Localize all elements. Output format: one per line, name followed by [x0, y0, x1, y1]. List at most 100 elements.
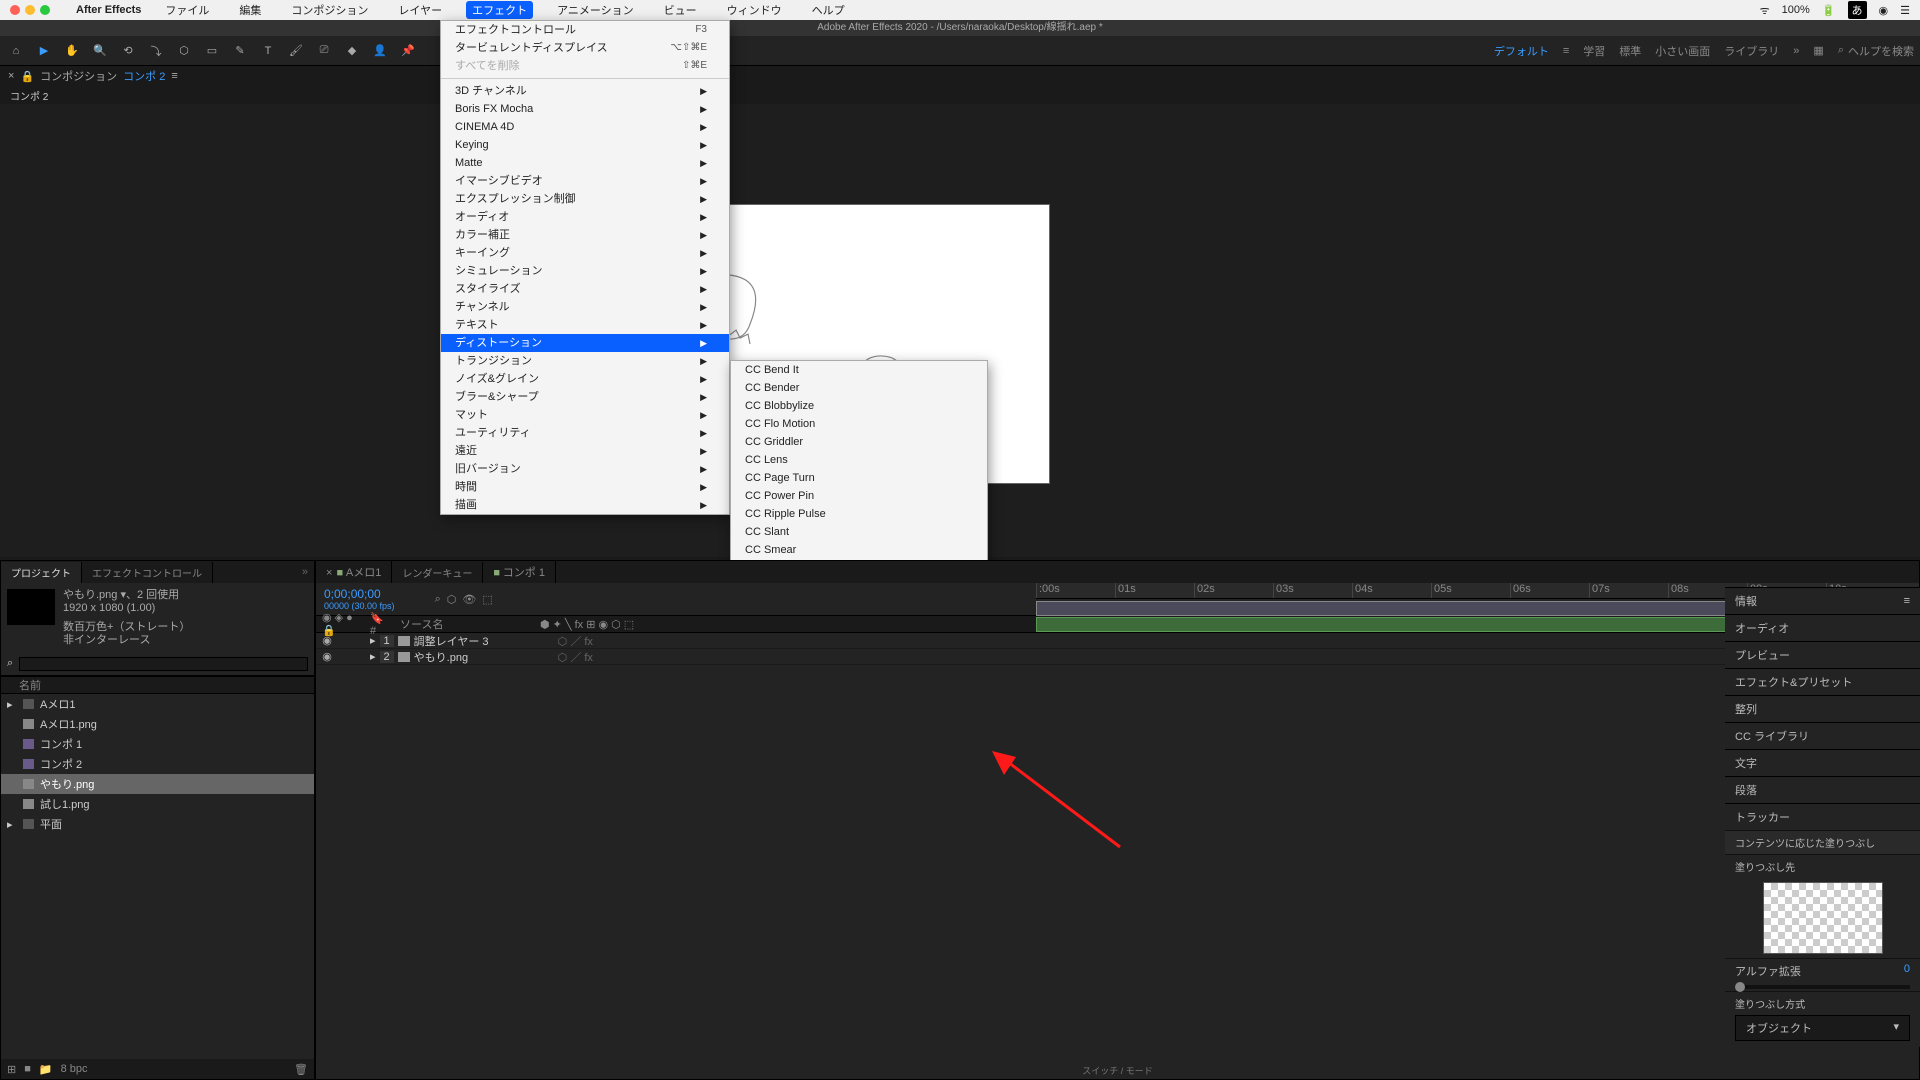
fx-category[interactable]: スタイライズ▶ [441, 280, 729, 298]
menu-layer[interactable]: レイヤー [392, 1, 448, 19]
fx-category[interactable]: Keying▶ [441, 136, 729, 154]
distort-item[interactable]: CC Lens [731, 451, 987, 469]
panel-overflow-icon[interactable]: » [296, 566, 314, 578]
distort-item[interactable]: CC Blobbylize [731, 397, 987, 415]
fx-item[interactable]: タービュレントディスプレイス⌥⇧⌘E [441, 39, 729, 57]
close-icon[interactable] [10, 5, 20, 15]
workspace-library[interactable]: ライブラリ [1724, 43, 1779, 59]
eraser-tool-icon[interactable]: ◆ [342, 41, 362, 61]
fx-category[interactable]: マット▶ [441, 406, 729, 424]
fx-category[interactable]: トランジション▶ [441, 352, 729, 370]
content-aware-title[interactable]: コンテンツに応じた塗りつぶし [1725, 830, 1920, 854]
fx-category[interactable]: 描画▶ [441, 496, 729, 514]
home-icon[interactable]: ⌂ [6, 41, 26, 61]
distort-item[interactable]: CC Power Pin [731, 487, 987, 505]
distort-item[interactable]: CC Ripple Pulse [731, 505, 987, 523]
rect-tool-icon[interactable]: ▭ [202, 41, 222, 61]
help-search[interactable]: ⌕ヘルプを検索 [1838, 43, 1914, 59]
workspace-small[interactable]: 小さい画面 [1655, 43, 1710, 59]
menu-effect[interactable]: エフェクト [466, 1, 533, 19]
fx-category[interactable]: ブラー&シャープ▶ [441, 388, 729, 406]
comp-breadcrumb[interactable]: コンポ 2 [0, 86, 1920, 104]
trash-icon[interactable]: 🗑 [294, 1063, 308, 1076]
fx-category[interactable]: ユーティリティ▶ [441, 424, 729, 442]
fx-category[interactable]: 3D チャンネル▶ [441, 82, 729, 100]
tab-close-icon[interactable]: × [8, 70, 14, 82]
asset-row[interactable]: やもり.png [1, 774, 314, 794]
rotate-tool-icon[interactable]: ⤵ [146, 41, 166, 61]
distort-item[interactable]: CC Bender [731, 379, 987, 397]
tl-tab-close-icon[interactable]: × [326, 567, 332, 579]
workspace-menu-icon[interactable]: ≡ [1563, 45, 1569, 57]
tab-effect-controls[interactable]: エフェクトコントロール [82, 562, 213, 583]
workspace-default[interactable]: デフォルト [1494, 43, 1549, 59]
asset-row[interactable]: ▸平面 [1, 814, 314, 834]
fx-category[interactable]: キーイング▶ [441, 244, 729, 262]
fx-category[interactable]: テキスト▶ [441, 316, 729, 334]
distort-item[interactable]: CC Griddler [731, 433, 987, 451]
fx-category[interactable]: オーディオ▶ [441, 208, 729, 226]
fx-category[interactable]: チャンネル▶ [441, 298, 729, 316]
asset-row[interactable]: 試し1.png [1, 794, 314, 814]
fx-category[interactable]: 遠近▶ [441, 442, 729, 460]
fx-category[interactable]: Matte▶ [441, 154, 729, 172]
stamp-tool-icon[interactable]: ⎚ [314, 41, 334, 61]
distort-item[interactable]: CC Flo Motion [731, 415, 987, 433]
new-folder-icon[interactable]: 📁 [39, 1063, 53, 1076]
menu-window[interactable]: ウィンドウ [721, 1, 788, 19]
fx-category[interactable]: シミュレーション▶ [441, 262, 729, 280]
fx-category[interactable]: CINEMA 4D▶ [441, 118, 729, 136]
fill-method-dropdown[interactable]: オブジェクト▾ [1735, 1015, 1910, 1041]
tab-project[interactable]: プロジェクト [1, 562, 82, 583]
asset-row[interactable]: コンポ 1 [1, 734, 314, 754]
distort-item[interactable]: CC Slant [731, 523, 987, 541]
roto-tool-icon[interactable]: 👤 [370, 41, 390, 61]
interpret-icon[interactable]: ⊞ [7, 1063, 16, 1076]
menu-composition[interactable]: コンポジション [285, 1, 374, 19]
tl-tab-2[interactable]: コンポ 1 [503, 567, 545, 579]
workspace-standard[interactable]: 標準 [1619, 43, 1641, 59]
minimize-icon[interactable] [25, 5, 35, 15]
orbit-tool-icon[interactable]: ⟲ [118, 41, 138, 61]
tl-search-icon[interactable]: ⌕ [435, 593, 441, 606]
distort-item[interactable]: CC Page Turn [731, 469, 987, 487]
anchor-tool-icon[interactable]: ⬡ [174, 41, 194, 61]
ime-lang[interactable]: あ [1848, 1, 1867, 19]
pen-tool-icon[interactable]: ✎ [230, 41, 250, 61]
zoom-icon[interactable] [40, 5, 50, 15]
puppet-tool-icon[interactable]: 📌 [398, 41, 418, 61]
menu-edit[interactable]: 編集 [233, 1, 267, 19]
distort-item[interactable]: CC Bend It [731, 361, 987, 379]
fx-category[interactable]: ディストーション▶ [441, 334, 729, 352]
menu-animation[interactable]: アニメーション [551, 1, 640, 19]
siri-icon[interactable]: ◉ [1879, 4, 1889, 17]
fx-category[interactable]: Boris FX Mocha▶ [441, 100, 729, 118]
text-tool-icon[interactable]: T [258, 41, 278, 61]
distort-item[interactable]: CC Smear [731, 541, 987, 559]
project-search-input[interactable] [19, 657, 308, 671]
fx-category[interactable]: カラー補正▶ [441, 226, 729, 244]
asset-row[interactable]: Aメロ1.png [1, 714, 314, 734]
asset-row[interactable]: ▸Aメロ1 [1, 694, 314, 714]
col-source[interactable]: ソース名 [394, 616, 534, 632]
comp-tab-menu-icon[interactable]: ≡ [171, 70, 177, 82]
hand-tool-icon[interactable]: ✋ [62, 41, 82, 61]
fx-category[interactable]: 時間▶ [441, 478, 729, 496]
col-name[interactable]: 名前 [13, 677, 47, 693]
timeline-timecode[interactable]: 0;00;00;00 [324, 587, 395, 601]
menu-icon[interactable]: ☰ [1900, 4, 1910, 17]
alpha-slider-handle[interactable] [1735, 982, 1745, 992]
fx-category[interactable]: ノイズ&グレイン▶ [441, 370, 729, 388]
menu-file[interactable]: ファイル [159, 1, 215, 19]
comp-tab-name[interactable]: コンポ 2 [123, 68, 165, 84]
fx-category[interactable]: イマーシブビデオ▶ [441, 172, 729, 190]
fx-category[interactable]: エクスプレッション制御▶ [441, 190, 729, 208]
tl-tab-render[interactable]: レンダーキュー [392, 562, 483, 583]
fx-item[interactable]: エフェクトコントロールF3 [441, 21, 729, 39]
menu-help[interactable]: ヘルプ [806, 1, 851, 19]
switch-mode-toggle[interactable]: スイッチ / モード [1082, 1064, 1153, 1077]
alpha-expand-value[interactable]: 0 [1904, 963, 1910, 979]
menu-view[interactable]: ビュー [658, 1, 703, 19]
fx-category[interactable]: 旧バージョン▶ [441, 460, 729, 478]
lock-icon[interactable]: 🔒 [20, 70, 34, 83]
